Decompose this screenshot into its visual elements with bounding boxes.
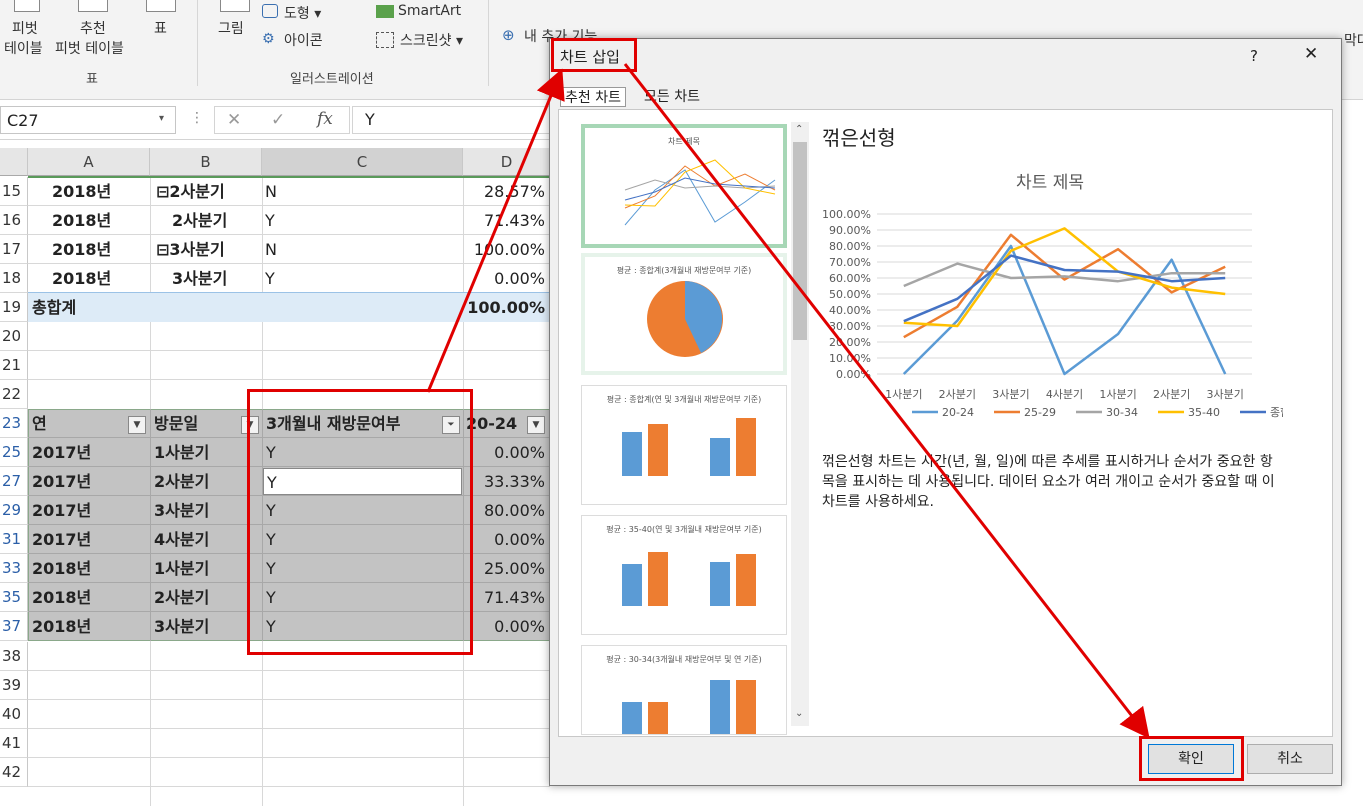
arrow-to-dialog-icon (426, 68, 565, 393)
annotation-arrows (426, 63, 1150, 739)
arrow-to-ok-icon (623, 63, 1150, 739)
